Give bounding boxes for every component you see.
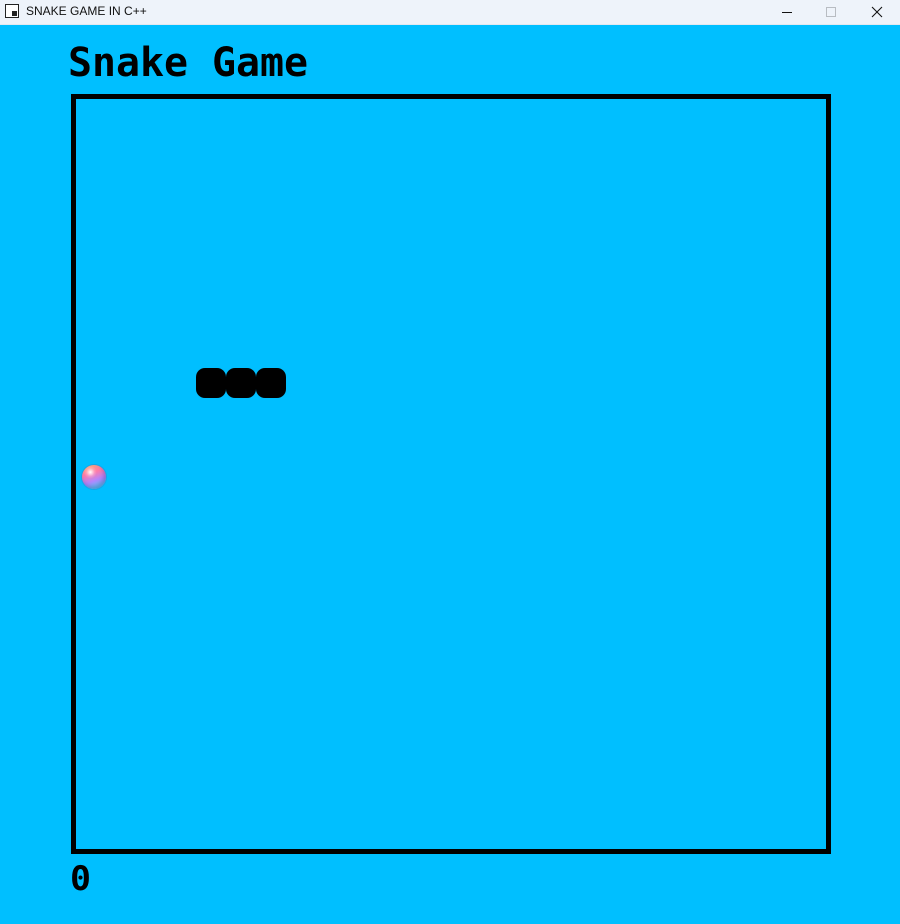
game-title-text: Snake Game [68,42,308,82]
food-orb [82,465,106,489]
maximize-button[interactable] [808,0,854,24]
title-bar[interactable]: SNAKE GAME IN C++ [0,0,900,25]
minimize-button[interactable] [764,0,810,24]
app-icon [5,4,19,18]
window-title: SNAKE GAME IN C++ [26,4,147,18]
score-value: 0 [70,862,91,892]
game-board [71,94,831,854]
minimize-icon [782,12,792,13]
score-display: 0 [70,862,91,892]
game-title: Snake Game [68,42,308,82]
snake-segment [226,368,256,398]
maximize-icon [826,7,836,17]
close-button[interactable] [854,0,900,24]
close-icon [871,6,883,18]
game-window: SNAKE GAME IN C++ Snake Game 0 [0,0,900,924]
snake-head [256,368,286,398]
snake-segment [196,368,226,398]
